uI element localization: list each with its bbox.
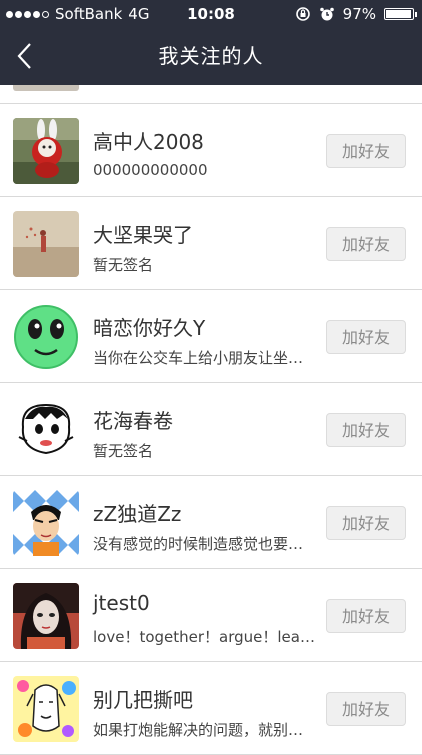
list-item-partial <box>0 85 422 104</box>
avatar[interactable] <box>13 397 79 463</box>
add-friend-button[interactable]: 加好友 <box>326 506 406 540</box>
add-friend-button[interactable]: 加好友 <box>326 320 406 354</box>
list-item[interactable]: 花海春卷 暂无签名 加好友 <box>0 383 422 476</box>
list-item[interactable]: 高中人2008 000000000000 加好友 <box>0 104 422 197</box>
user-name: 花海春卷 <box>93 409 173 433</box>
avatar[interactable] <box>13 304 79 370</box>
list-item[interactable]: jtest0 love！together！argue！leave… 加好友 <box>0 569 422 662</box>
rotation-lock-icon <box>295 6 311 22</box>
user-signature: 当你在公交车上给小朋友让坐… <box>93 349 304 367</box>
user-signature: 暂无签名 <box>93 256 154 274</box>
page-title: 我关注的人 <box>158 44 264 68</box>
avatar[interactable] <box>13 583 79 649</box>
user-signature: 没有感觉的时候制造感觉也要… <box>93 535 304 553</box>
alarm-icon <box>319 6 335 22</box>
user-signature: 000000000000 <box>93 161 208 179</box>
nav-bar: 我关注的人 <box>0 28 422 85</box>
avatar[interactable] <box>13 211 79 277</box>
battery-icon <box>384 8 417 20</box>
list-item[interactable]: 暗恋你好久Y 当你在公交车上给小朋友让坐… 加好友 <box>0 290 422 383</box>
battery-percent: 97% <box>342 5 376 23</box>
add-friend-button[interactable]: 加好友 <box>326 599 406 633</box>
list-item[interactable]: zZ独道Zz 没有感觉的时候制造感觉也要… 加好友 <box>0 476 422 569</box>
user-name: 大坚果哭了 <box>93 223 193 247</box>
status-bar: SoftBank 4G 10:08 97% <box>0 0 422 28</box>
avatar[interactable] <box>13 490 79 556</box>
user-name: 别几把撕吧 <box>93 688 193 712</box>
add-friend-button[interactable]: 加好友 <box>326 134 406 168</box>
user-signature: love！together！argue！leave… <box>93 628 318 646</box>
user-signature: 暂无签名 <box>93 442 154 460</box>
status-right: 97% <box>295 0 417 28</box>
list-item[interactable]: 大坚果哭了 暂无签名 加好友 <box>0 197 422 290</box>
user-name: 暗恋你好久Y <box>93 316 206 340</box>
user-name: zZ独道Zz <box>93 502 182 526</box>
follow-list: 高中人2008 000000000000 加好友 大坚果哭了 暂无签名 加好友 <box>0 85 422 755</box>
user-name: jtest0 <box>93 591 150 615</box>
user-signature: 如果打炮能解决的问题，就别… <box>93 721 304 739</box>
avatar[interactable] <box>13 118 79 184</box>
add-friend-button[interactable]: 加好友 <box>326 413 406 447</box>
avatar[interactable] <box>13 676 79 742</box>
user-name: 高中人2008 <box>93 130 204 154</box>
add-friend-button[interactable]: 加好友 <box>326 227 406 261</box>
list-item[interactable]: 别几把撕吧 如果打炮能解决的问题，就别… 加好友 <box>0 662 422 755</box>
add-friend-button[interactable]: 加好友 <box>326 692 406 726</box>
